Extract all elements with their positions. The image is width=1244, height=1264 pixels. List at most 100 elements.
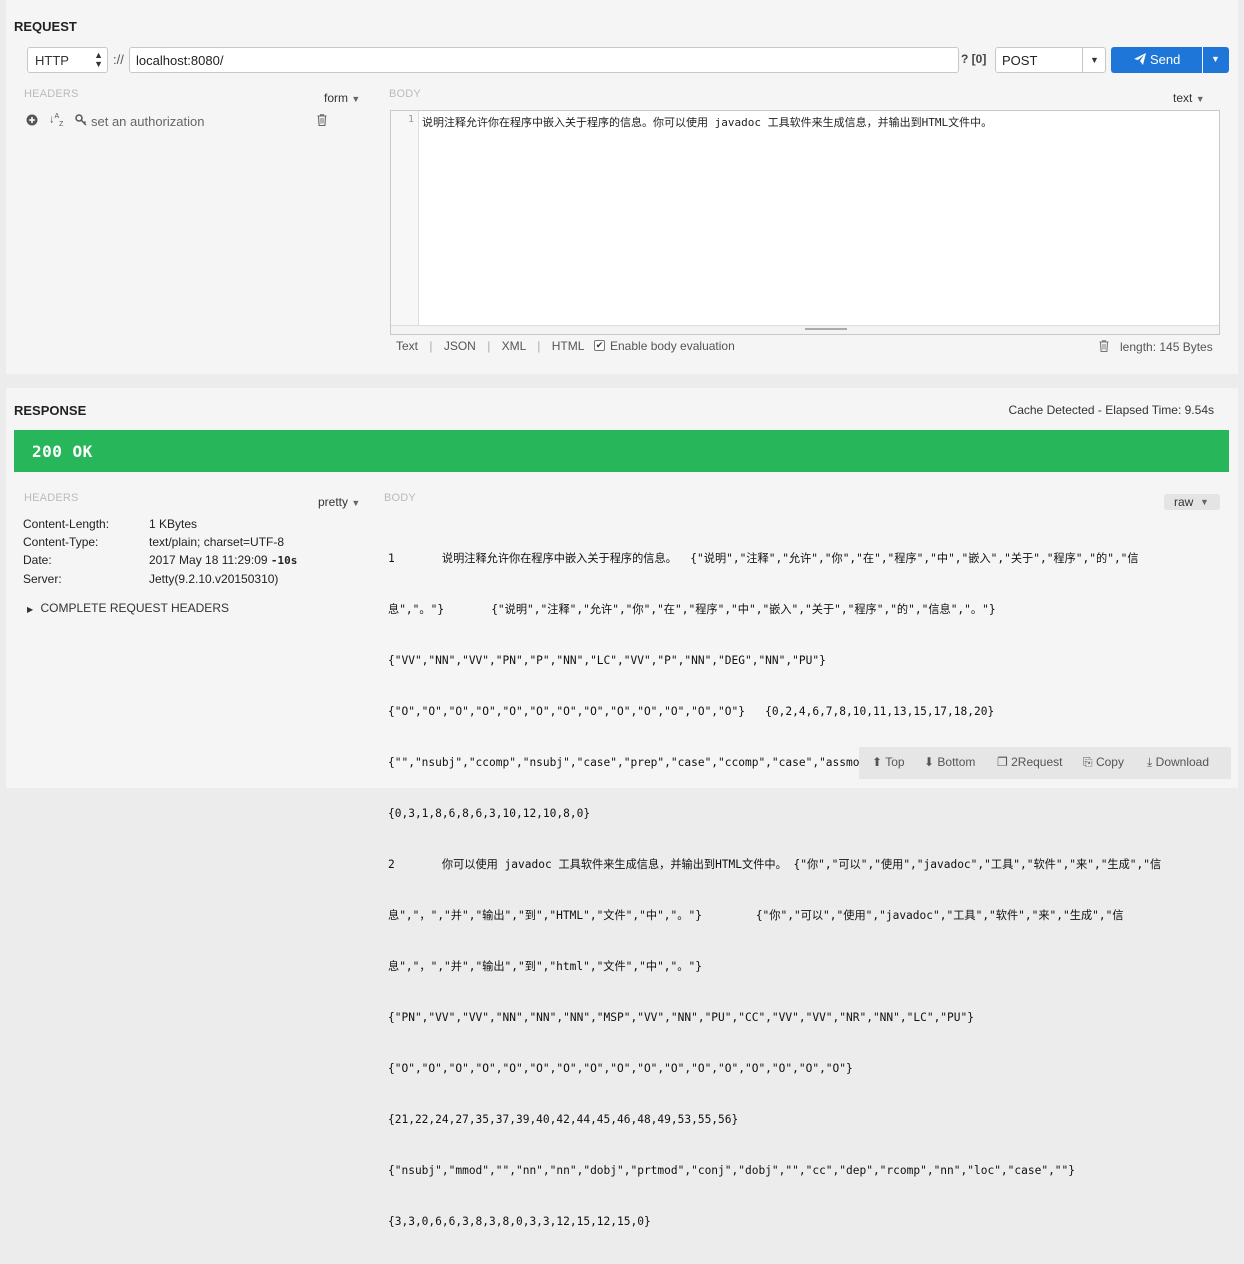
files-icon: ❐ xyxy=(997,755,1008,769)
response-headers-table: Content-Length: 1 KBytes Content-Type: tex… xyxy=(23,515,297,588)
protocol-select[interactable]: HTTP ▲ ▼ xyxy=(27,47,108,73)
response-headers-mode-label: pretty xyxy=(318,495,349,509)
response-line: 息","，","并","输出","到","HTML","文件","中","。"}… xyxy=(388,909,1124,922)
bottom-label: Bottom xyxy=(937,755,976,769)
method-value: POST xyxy=(1002,53,1038,68)
response-line: 1 说明注释允许你在程序中嵌入关于程序的信息。 {"说明","注释","允许",… xyxy=(388,552,1139,565)
method-divider xyxy=(1082,48,1083,72)
query-params-indicator[interactable]: ? [0] xyxy=(961,52,986,66)
header-row: Server: Jetty(9.2.10.v20150310) xyxy=(23,570,297,588)
header-row: Content-Type: text/plain; charset=UTF-8 xyxy=(23,533,297,551)
header-value: 2017 May 18 11:29:09 xyxy=(149,553,268,567)
response-line: {"PN","VV","VV","NN","NN","NN","MSP","VV… xyxy=(388,1011,974,1024)
copy-icon: ⎘ xyxy=(1083,755,1093,769)
header-key: Content-Type: xyxy=(23,535,99,549)
paper-plane-icon xyxy=(1133,52,1147,69)
body-editor[interactable]: 1 说明注释允许你在程序中嵌入关于程序的信息。你可以使用 javadoc 工具软… xyxy=(390,110,1220,335)
headers-label: HEADERS xyxy=(24,88,79,100)
response-line: {21,22,24,27,35,37,39,40,42,44,45,46,48,… xyxy=(388,1113,739,1126)
caret-down-icon: ▼ xyxy=(1195,94,1205,104)
response-body-label: BODY xyxy=(384,492,416,504)
plus-circle-icon[interactable] xyxy=(26,114,38,129)
copy-button[interactable]: ⎘ Copy xyxy=(1083,755,1124,770)
request-title: REQUEST xyxy=(14,19,77,34)
header-key: Server: xyxy=(23,572,62,586)
request-panel: REQUEST HTTP ▲ ▼ :// localhost:8080/ ? [0… xyxy=(6,0,1238,374)
sort-alpha-icon[interactable]: ↓AZ xyxy=(49,113,63,128)
enable-eval-checkbox[interactable]: ✔ xyxy=(594,340,605,351)
tab-json[interactable]: JSON xyxy=(444,339,476,353)
trash-icon[interactable] xyxy=(1099,340,1109,355)
send-options-button[interactable]: ▼ xyxy=(1203,47,1229,73)
caret-right-icon: ▶ xyxy=(27,605,34,614)
to-request-label: 2Request xyxy=(1011,755,1063,769)
editor-resize-bar[interactable] xyxy=(391,325,1219,334)
complete-request-headers-toggle[interactable]: ▶ COMPLETE REQUEST HEADERS xyxy=(27,601,229,615)
headers-mode-dropdown[interactable]: form ▼ xyxy=(324,91,360,105)
tab-xml[interactable]: XML xyxy=(502,339,526,353)
trash-icon[interactable] xyxy=(317,114,327,129)
response-line: {"O","O","O","O","O","O","O","O","O","O"… xyxy=(388,705,995,718)
header-row: Content-Length: 1 KBytes xyxy=(23,515,297,533)
body-mode-dropdown[interactable]: text ▼ xyxy=(1173,91,1205,105)
tab-separator: | xyxy=(537,339,541,353)
response-line: {"VV","NN","VV","PN","P","NN","LC","VV",… xyxy=(388,654,826,667)
response-headers-label: HEADERS xyxy=(24,492,79,504)
url-value: localhost:8080/ xyxy=(136,53,224,68)
top-label: Top xyxy=(885,755,905,769)
response-line: {0,3,1,8,6,8,6,3,10,12,10,8,0} xyxy=(388,807,591,820)
to-request-button[interactable]: ❐ 2Request xyxy=(997,755,1062,769)
body-mode-label: text xyxy=(1173,91,1193,105)
download-label: Download xyxy=(1155,755,1210,769)
header-key: Date: xyxy=(23,553,52,567)
arrow-circle-down-icon: ⬇ xyxy=(924,755,935,769)
resize-handle[interactable] xyxy=(805,328,847,330)
status-bar: 200 OK xyxy=(14,430,1229,472)
editor-gutter: 1 xyxy=(391,111,419,326)
response-line: {3,3,0,6,6,3,8,3,8,0,3,3,12,15,12,15,0} xyxy=(388,1215,651,1228)
response-line: 息","，","并","输出","到","html","文件","中","。"} xyxy=(388,960,702,973)
header-value: text/plain; charset=UTF-8 xyxy=(149,535,285,549)
select-arrows-icon: ▲ ▼ xyxy=(94,50,103,69)
tab-text[interactable]: Text xyxy=(396,339,418,353)
scheme-separator: :// xyxy=(113,52,124,67)
arrow-circle-up-icon: ⬆ xyxy=(872,755,883,769)
response-panel: RESPONSE Cache Detected - Elapsed Time: … xyxy=(6,388,1238,1228)
status-text: 200 OK xyxy=(32,442,93,461)
response-line: 2 你可以使用 javadoc 工具软件来生成信息，并输出到HTML文件中。 {… xyxy=(388,858,1162,871)
top-button[interactable]: ⬆ Top xyxy=(872,755,905,769)
response-headers-mode-dropdown[interactable]: pretty ▼ xyxy=(318,495,360,509)
response-action-bar: ⬆ Top ⬇ Bottom ❐ 2Request ⎘ Copy ⤓ Downl… xyxy=(859,747,1231,779)
key-icon[interactable] xyxy=(75,114,87,129)
response-line: 息","。"} {"说明","注释","允许","你","在","程序","中"… xyxy=(388,603,996,616)
response-body[interactable]: 1 说明注释允许你在程序中嵌入关于程序的信息。 {"说明","注释","允许",… xyxy=(388,516,1228,1264)
header-value: 1 KBytes xyxy=(149,517,198,531)
headers-mode-label: form xyxy=(324,91,348,105)
tab-html[interactable]: HTML xyxy=(552,339,585,353)
protocol-value: HTTP xyxy=(35,53,69,68)
tab-separator: | xyxy=(487,339,491,353)
url-input[interactable]: localhost:8080/ xyxy=(129,47,959,73)
response-line: {"O","O","O","O","O","O","O","O","O","O"… xyxy=(388,1062,853,1075)
response-line: {"nsubj","mmod","","nn","nn","dobj","prt… xyxy=(388,1164,1076,1177)
enable-eval-label: Enable body evaluation xyxy=(610,339,735,353)
set-authorization-link[interactable]: set an authorization xyxy=(91,114,204,129)
send-button[interactable]: Send xyxy=(1111,47,1202,73)
caret-down-icon: ▼ xyxy=(351,94,361,104)
complete-request-headers-label: COMPLETE REQUEST HEADERS xyxy=(40,601,229,615)
chevron-down-icon: ▼ xyxy=(1211,54,1220,64)
caret-down-icon: ▼ xyxy=(1200,497,1209,507)
header-key: Content-Length: xyxy=(23,517,110,531)
response-title: RESPONSE xyxy=(14,403,87,418)
method-select[interactable]: POST ▼ xyxy=(995,47,1106,73)
header-row: Date: 2017 May 18 11:29:09 -10s xyxy=(23,551,297,570)
copy-label: Copy xyxy=(1095,755,1124,769)
bottom-button[interactable]: ⬇ Bottom xyxy=(924,755,975,769)
response-body-mode-dropdown[interactable]: raw ▼ xyxy=(1164,494,1220,510)
download-button[interactable]: ⤓ Download xyxy=(1147,755,1209,770)
body-label: BODY xyxy=(389,88,421,100)
body-length: length: 145 Bytes xyxy=(1120,340,1213,354)
body-text[interactable]: 说明注释允许你在程序中嵌入关于程序的信息。你可以使用 javadoc 工具软件来… xyxy=(422,114,992,130)
elapsed-time: Cache Detected - Elapsed Time: 9.54s xyxy=(1008,403,1214,417)
download-icon: ⤓ xyxy=(1147,755,1153,769)
